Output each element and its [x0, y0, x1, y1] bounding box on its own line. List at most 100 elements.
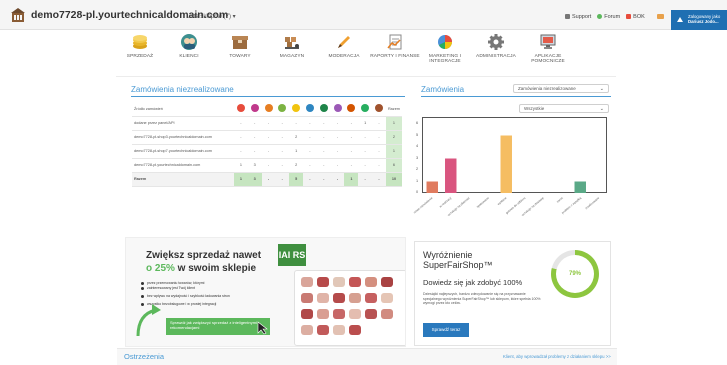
row-source[interactable]: demo7728-pl-shop7.yourtechnicaldomain.co… [132, 144, 234, 159]
cell[interactable]: - [344, 116, 359, 131]
status-icon[interactable] [264, 104, 273, 113]
cell[interactable]: 2 [289, 130, 304, 145]
support-link[interactable]: Support [565, 14, 591, 20]
user-menu[interactable]: Zalogowany jako Dariusz Jodo... [671, 10, 727, 30]
bar-8[interactable] [574, 181, 586, 194]
total-cell[interactable]: - [261, 172, 276, 187]
cell[interactable]: - [344, 130, 359, 145]
total-cell[interactable]: - [316, 172, 331, 187]
cell[interactable]: - [316, 144, 331, 159]
cell[interactable]: - [358, 158, 373, 173]
total-cell[interactable]: - [275, 172, 290, 187]
total-cell[interactable]: 1 [344, 172, 359, 187]
cell[interactable]: - [275, 116, 290, 131]
total-cell[interactable]: 3 [247, 172, 262, 187]
row-sum[interactable]: 1 [385, 116, 402, 131]
cell[interactable]: - [303, 130, 317, 145]
cell[interactable]: - [372, 130, 386, 145]
grand-total[interactable]: 10 [385, 172, 402, 187]
cell[interactable]: - [233, 144, 248, 159]
cell[interactable]: - [261, 144, 276, 159]
status-icon[interactable] [236, 104, 245, 113]
cell[interactable]: 1 [233, 158, 248, 173]
total-cell[interactable]: - [330, 172, 345, 187]
cell[interactable]: - [303, 158, 317, 173]
cell[interactable]: - [303, 144, 317, 159]
cell[interactable]: - [316, 116, 331, 131]
cell[interactable]: - [316, 158, 331, 173]
cell[interactable]: - [275, 130, 290, 145]
status-icon[interactable] [250, 104, 259, 113]
cell[interactable]: - [330, 116, 345, 131]
cell[interactable]: 3 [247, 158, 262, 173]
nav-item-products[interactable]: TOWARY [210, 34, 270, 59]
total-cell[interactable]: 5 [289, 172, 304, 187]
messages-icon[interactable] [657, 14, 664, 19]
total-cell[interactable]: - [372, 172, 386, 187]
status-icon[interactable] [305, 104, 314, 113]
row-sum[interactable]: 6 [385, 158, 402, 173]
total-cell[interactable]: - [303, 172, 317, 187]
status-icon[interactable] [375, 104, 383, 113]
report-problem-link[interactable]: Klient, aby wprowadzał problemy z działa… [503, 354, 611, 359]
cell[interactable]: 1 [289, 144, 304, 159]
cell[interactable]: - [344, 158, 359, 173]
cell[interactable]: - [372, 158, 386, 173]
check-recommendations-button[interactable]: Sprawdź jak zwiększyć sprzedaż z intelig… [166, 318, 270, 335]
table-row[interactable]: dodane przez panel/API - - - - - - - - -… [132, 116, 402, 131]
forum-link[interactable]: Forum [597, 14, 620, 20]
status-icon[interactable] [347, 104, 356, 113]
row-sum[interactable]: 2 [385, 130, 402, 145]
cell[interactable]: - [289, 116, 304, 131]
cell[interactable]: - [330, 158, 345, 173]
cell[interactable]: - [233, 130, 248, 145]
row-source[interactable]: dodane przez panel/API [132, 116, 234, 131]
cell[interactable]: - [316, 130, 331, 145]
table-row[interactable]: demo7728-pl.yourtechnicaldomain.com 1 3 … [132, 158, 402, 173]
table-row[interactable]: demo7728-pl-shop3.yourtechnicaldomain.co… [132, 130, 402, 145]
nav-item-administration[interactable]: ADMINISTRACJA [466, 34, 526, 59]
cell[interactable]: - [330, 130, 345, 145]
cell[interactable]: - [330, 144, 345, 159]
cell[interactable]: 1 [358, 116, 373, 131]
status-icon[interactable] [278, 104, 287, 113]
total-cell[interactable]: 1 [233, 172, 248, 187]
bar-4[interactable] [500, 135, 512, 194]
shops-dropdown[interactable]: Lista sklepów (7) ▾ [186, 13, 236, 20]
status-icon[interactable] [319, 104, 328, 113]
cell[interactable]: 2 [289, 158, 304, 173]
cell[interactable]: - [372, 144, 386, 159]
cell[interactable]: - [247, 144, 262, 159]
bar-1[interactable] [445, 158, 457, 194]
status-icon[interactable] [333, 104, 342, 113]
table-row[interactable]: demo7728-pl-shop7.yourtechnicaldomain.co… [132, 144, 402, 159]
recommendations-banner[interactable]: Zwiększ sprzedaż nawet o 25% w swoim skl… [125, 237, 406, 347]
check-now-button[interactable]: Sprawdź teraz [423, 323, 469, 337]
row-sum[interactable]: 1 [385, 144, 402, 159]
cell[interactable]: - [344, 144, 359, 159]
cell[interactable]: - [372, 116, 386, 131]
cell[interactable]: - [275, 158, 290, 173]
status-icon[interactable] [292, 104, 301, 113]
logo-icon[interactable] [11, 8, 25, 22]
bar-0[interactable] [426, 181, 438, 194]
cell[interactable]: - [261, 158, 276, 173]
cell[interactable]: - [275, 144, 290, 159]
cell[interactable]: - [247, 130, 262, 145]
nav-item-apps[interactable]: APLIKACJE POMOCNICZE [518, 34, 578, 64]
cell[interactable]: - [303, 116, 317, 131]
order-type-select[interactable]: Zamówienia niezrealizowane ⌄ [513, 84, 609, 93]
cell[interactable]: - [261, 130, 276, 145]
row-source[interactable]: demo7728-pl.yourtechnicaldomain.com [132, 158, 234, 173]
source-filter-select[interactable]: Wszystkie ⌄ [519, 104, 609, 113]
bok-link[interactable]: BOK [626, 14, 645, 20]
total-cell[interactable]: - [358, 172, 373, 187]
status-icon[interactable] [361, 104, 370, 113]
cell[interactable]: - [247, 116, 262, 131]
cell[interactable]: - [358, 130, 373, 145]
cell[interactable]: - [261, 116, 276, 131]
cell[interactable]: - [358, 144, 373, 159]
row-source[interactable]: demo7728-pl-shop3.yourtechnicaldomain.co… [132, 130, 234, 145]
cell[interactable]: - [233, 116, 248, 131]
nav-item-warehouse[interactable]: MAGAZYN [262, 34, 322, 59]
